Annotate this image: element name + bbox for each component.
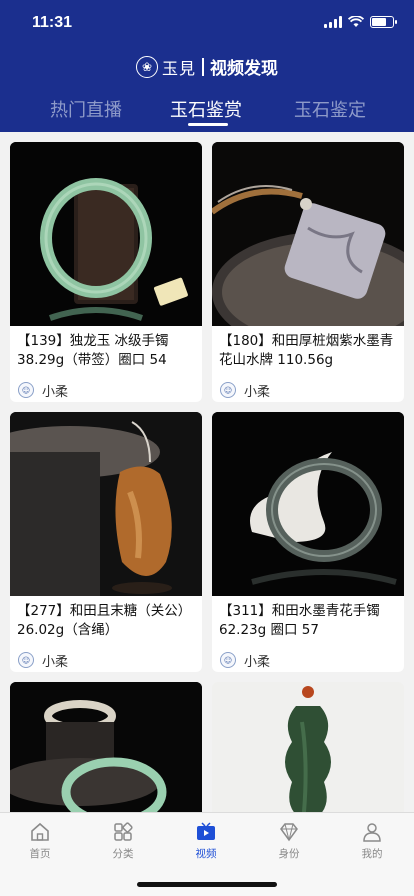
jade-gourd-pendant-image: [212, 682, 404, 812]
video-title: 【277】和田且末糖（关公） 26.02g（含绳）: [17, 603, 192, 638]
logo-emblem-icon: ❀: [135, 55, 158, 78]
avatar: ☺: [220, 382, 236, 398]
video-title: 【180】和田厚桩烟紫水墨青花山水牌 110.56g: [219, 333, 394, 368]
logo-text: 玉見: [161, 58, 196, 78]
signal-icon: [324, 16, 342, 28]
top-tabs: 热门直播 玉石鉴赏 玉石鉴定: [0, 96, 414, 126]
author-name: 小柔: [244, 384, 271, 400]
tabbar-label: 身份: [278, 848, 300, 860]
tabbar-identity[interactable]: 身份: [259, 821, 319, 861]
video-thumbnail[interactable]: [10, 142, 202, 326]
sugar-jade-pendant-image: [10, 412, 202, 596]
app-header: 11:31 ❀ 玉見 视频发现 热门直播 玉石鉴赏 玉石鉴定: [0, 0, 414, 132]
video-card[interactable]: [212, 682, 404, 812]
status-bar: 11:31: [0, 12, 414, 36]
home-icon: [31, 822, 49, 841]
video-title: 【311】和田水墨青花手镯62.23g 圈口 57: [219, 603, 380, 638]
video-author: ☺ 小柔: [10, 642, 202, 672]
brand-bar: ❀ 玉見 视频发现: [0, 54, 414, 79]
video-card[interactable]: 【180】和田厚桩烟紫水墨青花山水牌 110.56g ☺ 小柔: [212, 142, 404, 402]
ink-jade-bangle-image: [212, 412, 404, 596]
tabbar-label: 首页: [29, 848, 51, 860]
app-logo: ❀ 玉見: [135, 55, 196, 79]
tabbar-video[interactable]: 视频: [176, 821, 236, 861]
tabbar-home[interactable]: 首页: [10, 821, 70, 861]
user-icon: [363, 823, 381, 842]
video-card[interactable]: 【139】独龙玉 冰级手镯38.29g（带签）圈口 54 ☺ 小柔: [10, 142, 202, 402]
author-name: 小柔: [42, 654, 69, 670]
video-card[interactable]: 【311】和田水墨青花手镯62.23g 圈口 57 ☺ 小柔: [212, 412, 404, 672]
diamond-icon: [280, 823, 298, 842]
video-thumbnail[interactable]: [10, 412, 202, 596]
video-title: 【139】独龙玉 冰级手镯38.29g（带签）圈口 54: [17, 333, 169, 368]
tabbar-category[interactable]: 分类: [93, 821, 153, 861]
jade-pendant-image: [212, 142, 404, 326]
tabbar-label: 视频: [195, 848, 217, 860]
jade-bangle-stand-image: [10, 682, 202, 812]
avatar: ☺: [220, 652, 236, 668]
video-author: ☺ 小柔: [10, 372, 202, 402]
video-thumbnail[interactable]: [212, 682, 404, 812]
avatar: ☺: [18, 652, 34, 668]
battery-icon: [370, 16, 397, 28]
video-thumbnail[interactable]: [212, 142, 404, 326]
video-thumbnail[interactable]: [212, 412, 404, 596]
video-card[interactable]: 【277】和田且末糖（关公） 26.02g（含绳） ☺ 小柔: [10, 412, 202, 672]
wifi-icon: [348, 16, 364, 27]
active-tab-indicator: [188, 123, 228, 126]
brand-divider: [202, 57, 204, 76]
video-grid: 【139】独龙玉 冰级手镯38.29g（带签）圈口 54 ☺ 小柔 【180】和…: [0, 132, 414, 812]
jade-bangle-image: [10, 142, 202, 326]
tabbar-profile[interactable]: 我的: [342, 821, 402, 861]
video-card[interactable]: [10, 682, 202, 812]
page-title: 视频发现: [210, 59, 278, 79]
author-name: 小柔: [244, 654, 271, 670]
video-author: ☺ 小柔: [212, 642, 404, 672]
home-indicator: [137, 882, 277, 887]
category-icon: [114, 822, 133, 841]
author-name: 小柔: [42, 384, 69, 400]
tabbar-label: 我的: [361, 848, 383, 860]
tabbar-label: 分类: [112, 848, 134, 860]
status-icons: [324, 16, 397, 28]
video-icon: [197, 822, 215, 840]
tab-appraisal[interactable]: 玉石鉴定: [294, 96, 366, 122]
status-time: 11:31: [32, 14, 73, 31]
video-author: ☺ 小柔: [212, 372, 404, 402]
tab-appreciation[interactable]: 玉石鉴赏: [170, 96, 242, 122]
video-thumbnail[interactable]: [10, 682, 202, 812]
tab-live[interactable]: 热门直播: [50, 96, 122, 122]
avatar: ☺: [18, 382, 34, 398]
